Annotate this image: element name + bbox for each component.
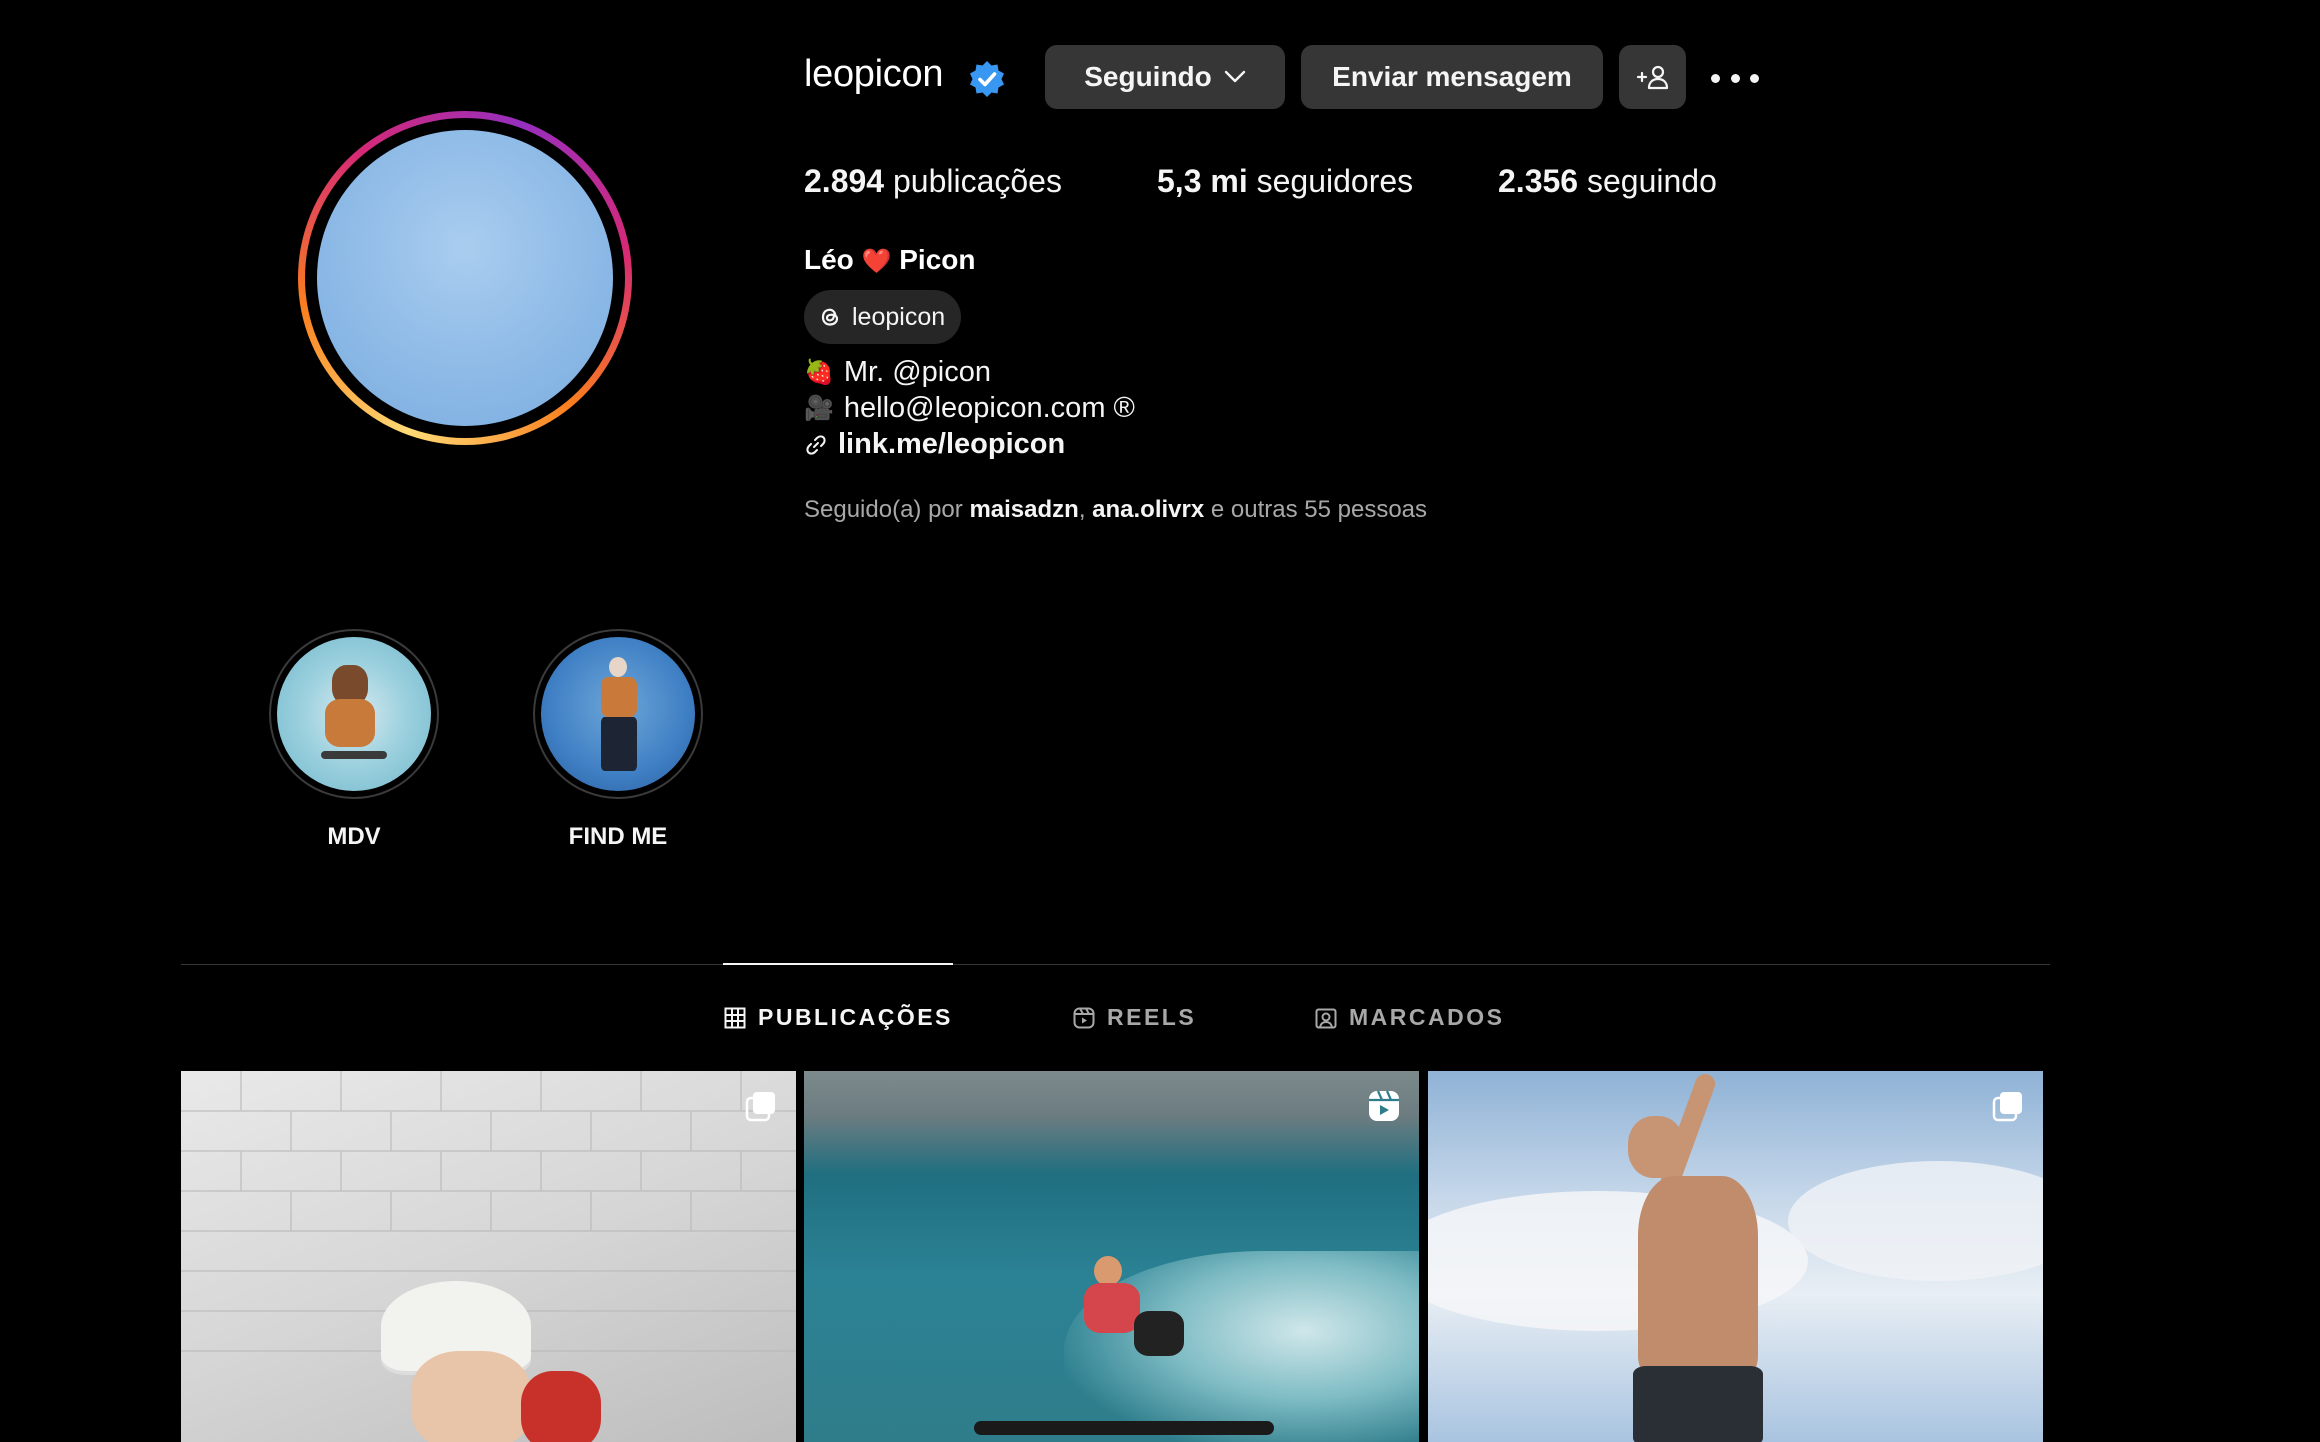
threads-icon — [821, 308, 839, 326]
followed-by[interactable]: Seguido(a) por maisadzn, ana.olivrx e ou… — [804, 496, 1427, 524]
full-name-last: Picon — [899, 244, 976, 275]
following-button-label: Seguindo — [1084, 61, 1212, 92]
verified-badge-icon — [970, 61, 1004, 97]
stat-following[interactable]: 2.356 seguindo — [1498, 163, 1717, 200]
send-message-label: Enviar mensagem — [1332, 61, 1572, 92]
stat-followers-label: seguidores — [1256, 163, 1414, 199]
highlight-find-me[interactable]: FIND ME — [532, 629, 704, 851]
highlight-cover — [541, 637, 695, 791]
stat-followers-value: 5,3 mi — [1157, 163, 1248, 199]
send-message-button[interactable]: Enviar mensagem — [1301, 45, 1603, 109]
stat-posts: 2.894 publicações — [804, 163, 1062, 200]
stat-posts-label: publicações — [892, 163, 1062, 199]
post-subject — [1633, 1366, 1763, 1442]
post-thumbnail[interactable] — [804, 1071, 1419, 1442]
threads-badge[interactable]: leopicon — [804, 290, 962, 344]
chevron-down-icon — [1224, 70, 1245, 83]
heart-emoji: ❤️ — [861, 248, 892, 275]
add-person-icon — [1636, 65, 1668, 90]
tab-posts[interactable]: PUBLICAÇÕES — [724, 1004, 953, 1031]
bio-text: Mr. @picon — [843, 356, 991, 388]
post-thumbnail[interactable] — [1428, 1071, 2043, 1442]
post-subject — [1094, 1256, 1122, 1286]
reels-icon — [1073, 1007, 1095, 1028]
highlight-label: MDV — [327, 823, 381, 850]
bio-line: 🎥 hello@leopicon.com ® — [804, 392, 1135, 425]
avatar-image — [317, 130, 613, 426]
post-subject — [1638, 1176, 1758, 1376]
tab-reels[interactable]: REELS — [1073, 1004, 1196, 1031]
more-options-icon[interactable] — [1711, 58, 1759, 98]
stat-followers[interactable]: 5,3 mi seguidores — [1157, 163, 1413, 200]
post-subject — [1134, 1311, 1184, 1356]
carousel-icon — [1992, 1092, 2022, 1122]
profile-full-name: Léo ❤️ Picon — [804, 244, 975, 276]
more-dot — [1750, 73, 1759, 83]
followed-by-user[interactable]: ana.olivrx — [1092, 496, 1204, 523]
reel-icon — [1369, 1090, 1399, 1121]
highlight-ring — [269, 629, 439, 799]
bio-line: 🍓 Mr. @picon — [804, 356, 991, 389]
highlight-ring — [533, 629, 703, 799]
more-dot — [1730, 73, 1740, 83]
highlight-mdv[interactable]: MDV — [268, 629, 440, 851]
post-subject — [411, 1351, 531, 1442]
tabs-divider — [181, 964, 2050, 965]
followed-by-prefix: Seguido(a) por — [804, 496, 963, 523]
bio-link-line[interactable]: link.me/leopicon — [804, 428, 1065, 461]
grid-icon — [724, 1007, 746, 1028]
post-cloud — [1788, 1161, 2043, 1281]
post-thumbnail[interactable] — [181, 1071, 796, 1442]
followed-by-user[interactable]: maisadzn — [969, 496, 1078, 523]
tab-tagged-label: MARCADOS — [1349, 1004, 1505, 1030]
strawberry-emoji: 🍓 — [804, 359, 834, 386]
full-name-first: Léo — [804, 244, 854, 275]
following-button[interactable]: Seguindo — [1045, 45, 1285, 109]
tab-posts-label: PUBLICAÇÕES — [758, 1004, 953, 1030]
camera-emoji: 🎥 — [804, 395, 834, 422]
carousel-icon — [745, 1092, 775, 1122]
stat-following-value: 2.356 — [1498, 163, 1579, 199]
stat-following-label: seguindo — [1586, 163, 1717, 199]
bio-link[interactable]: link.me/leopicon — [838, 428, 1065, 461]
highlight-cover — [277, 637, 431, 791]
more-dot — [1711, 73, 1720, 83]
followed-by-separator: , — [1078, 496, 1086, 523]
profile-username: leopicon — [804, 53, 944, 95]
post-subject — [521, 1371, 601, 1442]
suggest-users-button[interactable] — [1619, 45, 1686, 109]
followed-by-suffix: e outras 55 pessoas — [1210, 496, 1428, 523]
bio-text: hello@leopicon.com ® — [843, 392, 1135, 424]
post-subject — [1084, 1283, 1140, 1333]
highlight-label: FIND ME — [568, 823, 668, 850]
profile-avatar[interactable] — [298, 111, 632, 445]
threads-handle: leopicon — [852, 302, 946, 331]
tab-reels-label: REELS — [1107, 1004, 1197, 1030]
tagged-icon — [1315, 1008, 1337, 1028]
surfboard — [974, 1421, 1274, 1435]
link-icon — [806, 434, 826, 455]
stat-posts-value: 2.894 — [804, 163, 885, 199]
active-tab-indicator — [723, 963, 953, 965]
tab-tagged[interactable]: MARCADOS — [1315, 1004, 1504, 1031]
